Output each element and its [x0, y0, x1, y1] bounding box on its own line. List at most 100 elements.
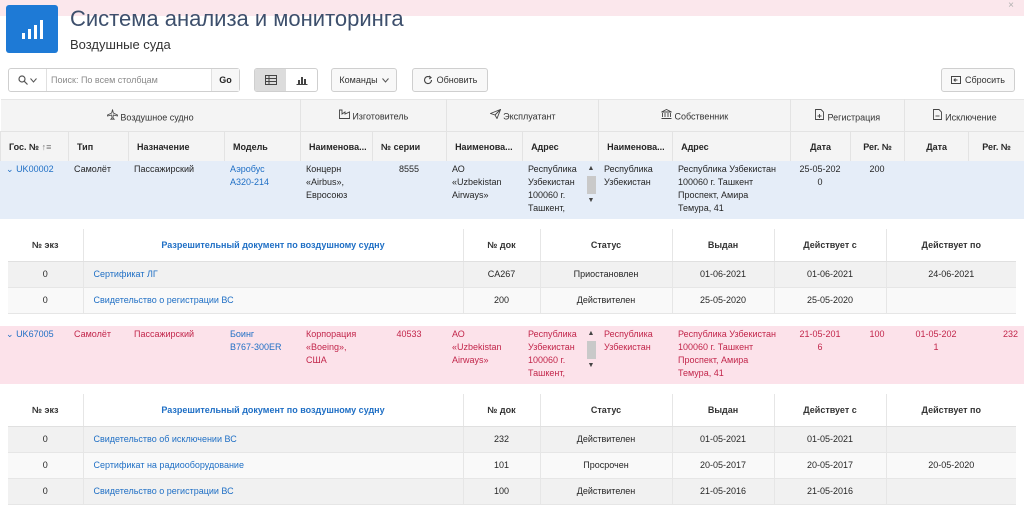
issued-cell: 01-06-2021: [671, 261, 774, 288]
scroll-up-icon[interactable]: ▲: [586, 164, 596, 174]
model-line[interactable]: A320-214: [230, 177, 269, 187]
issued-cell: 01-05-2021: [671, 426, 774, 453]
close-icon[interactable]: ×: [1008, 0, 1014, 11]
col-exclusion-number[interactable]: Рег. №: [968, 131, 1024, 162]
aircraft-grid: Воздушное судно Изготовитель Эксплуатант…: [0, 99, 1024, 162]
col-owner-address[interactable]: Адрес: [672, 131, 792, 162]
serial-cell: 40533: [372, 326, 446, 384]
valid-to-cell: 24-06-2021: [885, 261, 1016, 288]
col-registration-date[interactable]: Дата: [790, 131, 852, 162]
chevron-down-icon[interactable]: ⌄: [6, 164, 14, 174]
valid-from-cell: 21-05-2016: [773, 478, 886, 505]
scroll-thumb[interactable]: [586, 176, 596, 194]
owner-line: Республика: [604, 329, 653, 339]
col-valid-to: Действует по: [885, 229, 1016, 262]
table-row[interactable]: ⌄ UK67005 Самолёт Пассажирский Боинг B767…: [0, 326, 1024, 384]
address-line: Узбекистан: [528, 177, 575, 187]
model-cell[interactable]: Боинг B767-300ER: [224, 326, 300, 384]
address-line: 100060 г.: [528, 190, 566, 200]
col-serial[interactable]: № серии: [372, 131, 448, 162]
address-line: Ташкент,: [528, 203, 565, 213]
refresh-button[interactable]: Обновить: [412, 68, 488, 92]
col-registration-number[interactable]: Рег. №: [850, 131, 906, 162]
date-line: 1: [933, 342, 939, 352]
reset-label: Сбросить: [964, 75, 1005, 85]
exclusion-number-cell: 232: [968, 326, 1024, 384]
app-logo: [6, 5, 58, 53]
model-line[interactable]: Боинг: [230, 329, 254, 339]
group-operator-label: Эксплуатант: [503, 111, 556, 122]
model-cell[interactable]: Аэробус A320-214: [224, 161, 300, 219]
date-line: 01-05-202: [915, 329, 957, 339]
reg-no-link[interactable]: UK00002: [16, 164, 54, 174]
column-group-row: Воздушное судно Изготовитель Эксплуатант…: [0, 99, 1024, 132]
scroll-up-icon[interactable]: ▲: [586, 329, 596, 339]
chart-view-button[interactable]: [286, 69, 317, 91]
table-row: 0 Сертификат ЛГ CA267 Приостановлен 01-0…: [8, 261, 1016, 288]
document-link[interactable]: Свидетельство о регистрации ВС: [82, 478, 463, 505]
model-line[interactable]: Аэробус: [230, 164, 265, 174]
col-manufacturer-name[interactable]: Наименова...: [300, 131, 374, 162]
refresh-label: Обновить: [436, 75, 478, 85]
owner-line: Республика: [604, 164, 653, 174]
col-reg-no[interactable]: Гос. № ↑≡: [0, 131, 69, 162]
scrollbar[interactable]: ▲ ▼: [586, 329, 596, 381]
col-purpose[interactable]: Назначение: [128, 131, 225, 162]
chevron-down-icon[interactable]: ⌄: [6, 329, 14, 339]
col-operator-name[interactable]: Наименова...: [446, 131, 524, 162]
serial-cell: 8555: [372, 161, 446, 219]
scroll-down-icon[interactable]: ▼: [586, 361, 596, 371]
search-input[interactable]: [51, 71, 211, 89]
address-line: Проспект, Амира: [678, 190, 749, 200]
document-link[interactable]: Сертификат ЛГ: [82, 261, 463, 288]
owner-line: Узбекистан: [604, 177, 651, 187]
col-issued: Выдан: [671, 394, 774, 427]
group-exclusion-label: Исключение: [945, 112, 997, 123]
col-copy-no: № экз: [8, 229, 83, 262]
reg-no-cell[interactable]: ⌄ UK67005: [0, 326, 68, 384]
operator-address-cell[interactable]: Республика Узбекистан 100060 г. Ташкент, ▲ ▼: [522, 326, 598, 384]
document-link[interactable]: Сертификат на радиооборудование: [82, 452, 463, 479]
go-button[interactable]: Go: [211, 69, 239, 91]
operator-cell: АО «Uzbekistan Airways»: [446, 326, 522, 384]
group-owner-label: Собственник: [674, 111, 729, 122]
scroll-down-icon[interactable]: ▼: [586, 196, 596, 206]
copy-cell: 0: [8, 452, 83, 479]
exclusion-number-cell: [968, 161, 1024, 219]
reg-no-link[interactable]: UK67005: [16, 329, 54, 339]
scrollbar[interactable]: ▲ ▼: [586, 164, 596, 216]
address-line: Темура, 41: [678, 203, 724, 213]
operator-address-cell[interactable]: Республика Узбекистан 100060 г. Ташкент, ▲ ▼: [522, 161, 598, 219]
col-exclusion-date[interactable]: Дата: [904, 131, 970, 162]
doc-no-cell: 101: [462, 452, 540, 479]
status-cell: Действителен: [539, 426, 672, 453]
actions-menu-button[interactable]: Команды: [331, 68, 397, 92]
exclusion-date-cell: [904, 161, 968, 219]
date-line: 21-05-201: [799, 329, 841, 339]
address-line: Республика: [528, 329, 577, 339]
address-line: Темура, 41: [678, 368, 724, 378]
reg-no-cell[interactable]: ⌄ UK00002: [0, 161, 68, 219]
report-view-button[interactable]: [255, 69, 286, 91]
manufacturer-cell: Корпорация «Boeing», США: [300, 326, 372, 384]
paper-plane-icon: [488, 108, 501, 120]
col-type[interactable]: Тип: [68, 131, 129, 162]
registration-date-cell: 21-05-201 6: [790, 326, 850, 384]
table-row[interactable]: ⌄ UK00002 Самолёт Пассажирский Аэробус A3…: [0, 161, 1024, 219]
col-owner-name[interactable]: Наименова...: [598, 131, 674, 162]
reset-button[interactable]: Сбросить: [941, 68, 1015, 92]
col-valid-from: Действует с: [773, 229, 886, 262]
exclusion-date-cell: 01-05-202 1: [904, 326, 968, 384]
search-column-selector[interactable]: [9, 69, 47, 91]
reset-icon: [950, 76, 961, 84]
model-line[interactable]: B767-300ER: [230, 342, 282, 352]
scroll-thumb[interactable]: [586, 341, 596, 359]
document-link[interactable]: Свидетельство об исключении ВС: [82, 426, 463, 453]
valid-from-cell: 25-05-2020: [773, 287, 886, 314]
valid-to-cell: [885, 426, 1016, 453]
col-model[interactable]: Модель: [223, 131, 302, 162]
col-operator-address[interactable]: Адрес: [522, 131, 600, 162]
document-link[interactable]: Свидетельство о регистрации ВС: [82, 287, 463, 314]
table-row: 0 Свидетельство о регистрации ВС 200 Дей…: [8, 287, 1016, 314]
group-aircraft-label: Воздушное судно: [120, 112, 194, 123]
